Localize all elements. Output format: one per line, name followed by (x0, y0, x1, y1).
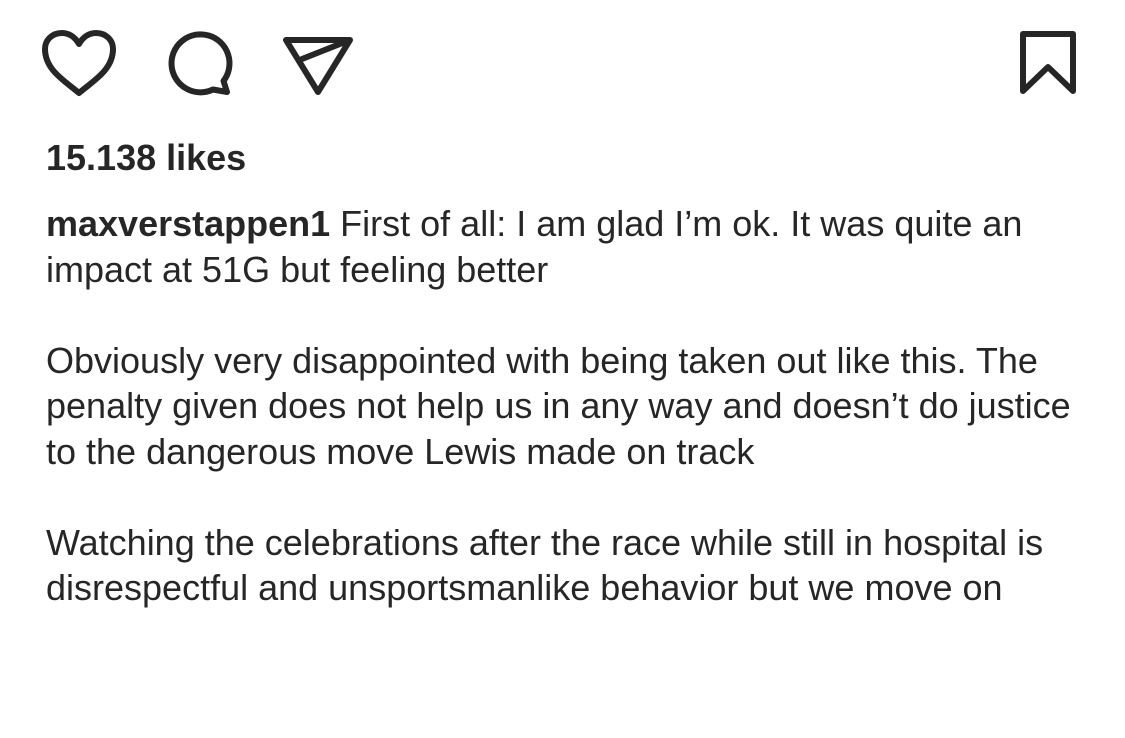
like-button[interactable] (38, 26, 120, 102)
author-username[interactable]: maxverstappen1 (46, 203, 330, 244)
comment-button[interactable] (160, 26, 240, 102)
comment-bubble-icon (168, 31, 233, 96)
save-button[interactable] (1010, 24, 1086, 102)
likes-count[interactable]: 15.138 likes (46, 136, 246, 180)
caption-paragraph-2: Obviously very disappointed with being t… (46, 339, 1071, 472)
share-button[interactable] (280, 26, 360, 102)
paper-plane-icon (283, 37, 353, 95)
caption-paragraph-1: maxverstappen1 First of all: I am glad I… (46, 201, 1096, 292)
post-caption: maxverstappen1 First of all: I am glad I… (46, 201, 1096, 611)
bookmark-icon (1020, 31, 1076, 94)
caption-paragraph-3: Watching the celebrations after the race… (46, 521, 1044, 609)
heart-icon (42, 30, 116, 96)
post-action-bar (0, 0, 1125, 130)
